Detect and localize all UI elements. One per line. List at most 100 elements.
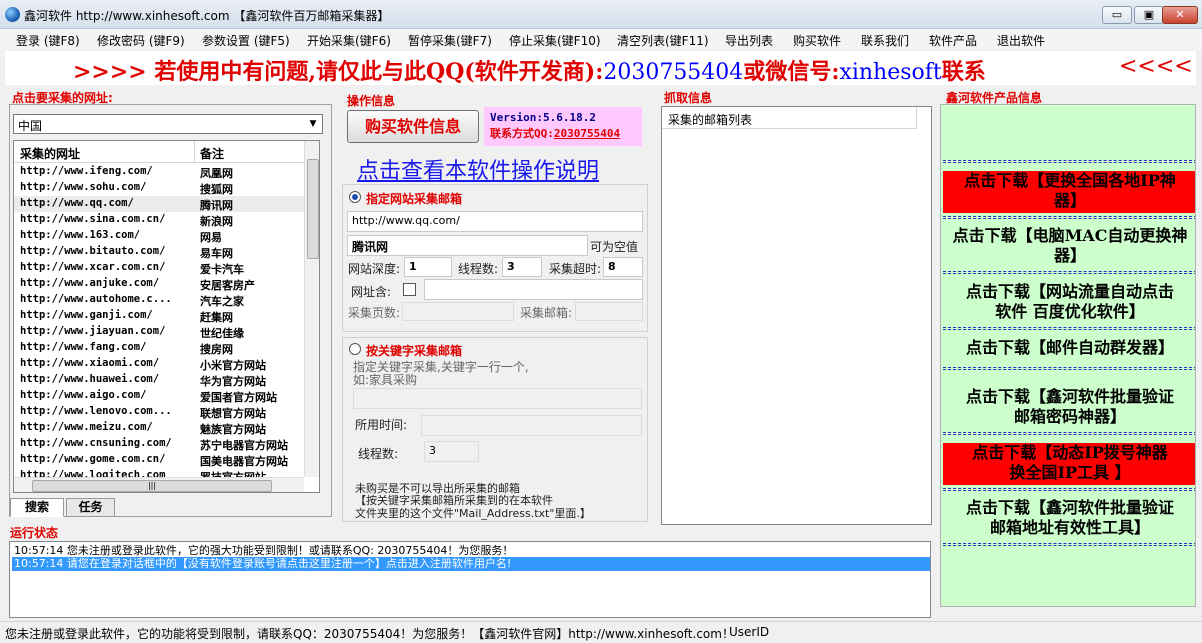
title-bar: 鑫河软件 http://www.xinhesoft.com 【鑫河软件百万邮箱采… (0, 0, 1202, 29)
mail-list[interactable]: 采集的邮箱列表 (661, 106, 932, 525)
menu-exit[interactable]: 退出软件 (997, 32, 1045, 49)
note-cell: 汽车之家 (200, 295, 244, 308)
url-row[interactable]: http://www.aigo.com/爱国者官方网站 (14, 388, 304, 404)
note-cell: 小米官方网站 (200, 359, 266, 372)
note-cell: 搜狐网 (200, 183, 233, 196)
contact-qq[interactable]: 联系方式QQ:2030755404 (490, 126, 636, 142)
scroll-thumb-horizontal[interactable]: ||| (32, 480, 272, 492)
minimize-button[interactable]: ▭ (1102, 6, 1132, 24)
url-cell: http://www.bitauto.com/ (20, 245, 166, 257)
note-cell: 网易 (200, 231, 222, 244)
menu-stop[interactable]: 停止采集(键F10) (509, 32, 601, 49)
manual-link[interactable]: 点击查看本软件操作说明 (357, 153, 599, 185)
region-select[interactable]: 中国 (13, 114, 323, 134)
menu-start[interactable]: 开始采集(键F6) (307, 32, 391, 49)
status-section-title: 运行状态 (10, 526, 59, 540)
can-empty-label: 可为空值 (590, 240, 639, 254)
vertical-scrollbar[interactable] (304, 141, 319, 477)
url-row[interactable]: http://www.gome.com.cn/国美电器官方网站 (14, 452, 304, 468)
url-cell: http://www.sohu.com/ (20, 181, 147, 193)
threads-input[interactable]: 3 (502, 257, 542, 277)
url-cell: http://www.lenovo.com... (20, 405, 172, 417)
product-mail-address-verifier[interactable]: 点击下载【鑫河软件批量验证 邮箱地址有效性工具】 (943, 498, 1195, 540)
keyword-mode-label: 按关键字采集邮箱 (366, 344, 463, 358)
url-row[interactable]: http://www.fang.com/搜房网 (14, 340, 304, 356)
menu-buy[interactable]: 购买软件 (793, 32, 841, 49)
url-row[interactable]: http://www.ifeng.com/凤凰网 (14, 164, 304, 180)
status-bar: 您未注册或登录此软件，它的功能将受到限制，请联系QQ：2030755404！为您… (0, 621, 1202, 643)
url-row[interactable]: http://www.qq.com/腾讯网 (14, 196, 304, 212)
menu-change-password[interactable]: 修改密码 (键F9) (97, 32, 185, 49)
menu-contact[interactable]: 联系我们 (861, 32, 909, 49)
note-cell: 易车网 (200, 247, 233, 260)
menu-settings[interactable]: 参数设置 (键F5) (202, 32, 290, 49)
close-button[interactable]: ✕ (1162, 6, 1198, 24)
menu-pause[interactable]: 暂停采集(键F7) (408, 32, 492, 49)
url-contains-checkbox[interactable] (403, 283, 416, 296)
separator (943, 216, 1195, 219)
product-mail-sender[interactable]: 点击下载【邮件自动群发器】 (943, 338, 1195, 360)
buy-info-button[interactable]: 购买软件信息 (347, 110, 479, 143)
chevron-down-icon[interactable]: ▼ (305, 116, 321, 132)
horizontal-scrollbar[interactable]: ||| (14, 477, 304, 492)
site-name-input[interactable]: 腾讯网 (347, 235, 588, 256)
url-row[interactable]: http://www.meizu.com/魅族官方网站 (14, 420, 304, 436)
product-ip-changer[interactable]: 点击下载【更换全国各地IP神 器】 (943, 171, 1195, 213)
mail-list-header[interactable]: 采集的邮箱列表 (662, 107, 917, 129)
grab-section-title: 抓取信息 (664, 91, 713, 105)
note-cell: 魅族官方网站 (200, 423, 266, 436)
col-note[interactable]: 备注 (200, 145, 224, 162)
keyword-threads-input[interactable]: 3 (424, 441, 479, 462)
log-line[interactable]: 10:57:14 您未注册或登录此软件，它的强大功能受到限制！或请联系QQ: 2… (12, 544, 930, 558)
marquee-banner: >>>> 若使用中有问题,请仅此与此QQ(软件开发商):2030755404或微… (5, 51, 1196, 85)
url-row[interactable]: http://www.anjuke.com/安居客房产 (14, 276, 304, 292)
keyword-input[interactable] (353, 388, 642, 409)
keyword-mode-radio[interactable] (349, 343, 361, 355)
product-mail-password-verifier[interactable]: 点击下载【鑫河软件批量验证 邮箱密码神器】 (943, 387, 1195, 429)
url-row[interactable]: http://www.xcar.com.cn/爱卡汽车 (14, 260, 304, 276)
url-row[interactable]: http://www.lenovo.com... 联想官方网站 (14, 404, 304, 420)
url-cell: http://www.jiayuan.com/ (20, 325, 166, 337)
userid-label: UserID (729, 625, 770, 639)
product-dynamic-ip-dialer[interactable]: 点击下载【动态IP拨号神器 换全国IP工具 】 (943, 443, 1195, 485)
url-list[interactable]: 采集的网址 备注 http://www.ifeng.com/凤凰网 http://… (13, 140, 320, 493)
note-cell: 新浪网 (200, 215, 233, 228)
product-panel: 点击下载【更换全国各地IP神 器】 点击下载【电脑MAC自动更换神 器】 点击下载【… (940, 104, 1196, 607)
url-cell: http://www.sina.com.cn/ (20, 213, 166, 225)
site-url-input[interactable]: http://www.qq.com/ (347, 211, 643, 232)
maximize-button[interactable]: ▣ (1134, 6, 1164, 24)
product-traffic-tool[interactable]: 点击下载【网站流量自动点击 软件 百度优化软件】 (943, 282, 1195, 324)
url-cell: http://www.xcar.com.cn/ (20, 261, 166, 273)
tab-task[interactable]: 任务 (66, 498, 115, 517)
url-row[interactable]: http://www.ganji.com/赶集网 (14, 308, 304, 324)
url-row[interactable]: http://www.163.com/网易 (14, 228, 304, 244)
timeout-input[interactable]: 8 (603, 257, 643, 277)
url-row[interactable]: http://www.bitauto.com/易车网 (14, 244, 304, 260)
note-cell: 国美电器官方网站 (200, 455, 288, 468)
product-mac-changer[interactable]: 点击下载【电脑MAC自动更换神 器】 (943, 226, 1195, 268)
url-row[interactable]: http://www.cnsuning.com/苏宁电器官方网站 (14, 436, 304, 452)
note-cell: 搜房网 (200, 343, 233, 356)
url-row[interactable]: http://www.xiaomi.com/小米官方网站 (14, 356, 304, 372)
url-row[interactable]: http://www.jiayuan.com/世纪佳缘 (14, 324, 304, 340)
depth-input[interactable]: 1 (404, 257, 452, 277)
site-mode-radio[interactable] (349, 191, 361, 203)
url-cell: http://www.gome.com.cn/ (20, 453, 166, 465)
url-row[interactable]: http://www.huawei.com/华为官方网站 (14, 372, 304, 388)
version-box: Version:5.6.18.2 联系方式QQ:2030755404 (484, 107, 642, 146)
url-cell: http://www.huawei.com/ (20, 373, 160, 385)
menu-export[interactable]: 导出列表 (725, 32, 773, 49)
menu-clear[interactable]: 清空列表(键F11) (617, 32, 709, 49)
url-row[interactable]: http://www.autohome.c... 汽车之家 (14, 292, 304, 308)
tab-search[interactable]: 搜索 (10, 498, 64, 517)
scroll-thumb[interactable] (307, 159, 319, 259)
url-row[interactable]: http://www.sohu.com/搜狐网 (14, 180, 304, 196)
url-row[interactable]: http://www.sina.com.cn/新浪网 (14, 212, 304, 228)
menu-login[interactable]: 登录 (键F8) (16, 32, 80, 49)
menu-products[interactable]: 软件产品 (929, 32, 977, 49)
log-list[interactable]: 10:57:14 您未注册或登录此软件，它的强大功能受到限制！或请联系QQ: 2… (9, 541, 931, 618)
note-cell: 世纪佳缘 (200, 327, 244, 340)
url-contains-input[interactable] (424, 279, 643, 300)
log-line-selected[interactable]: 10:57:14 请您在登录对话框中的【没有软件登录账号请点击这里注册一个】点击… (12, 557, 930, 571)
col-url[interactable]: 采集的网址 (20, 145, 80, 162)
